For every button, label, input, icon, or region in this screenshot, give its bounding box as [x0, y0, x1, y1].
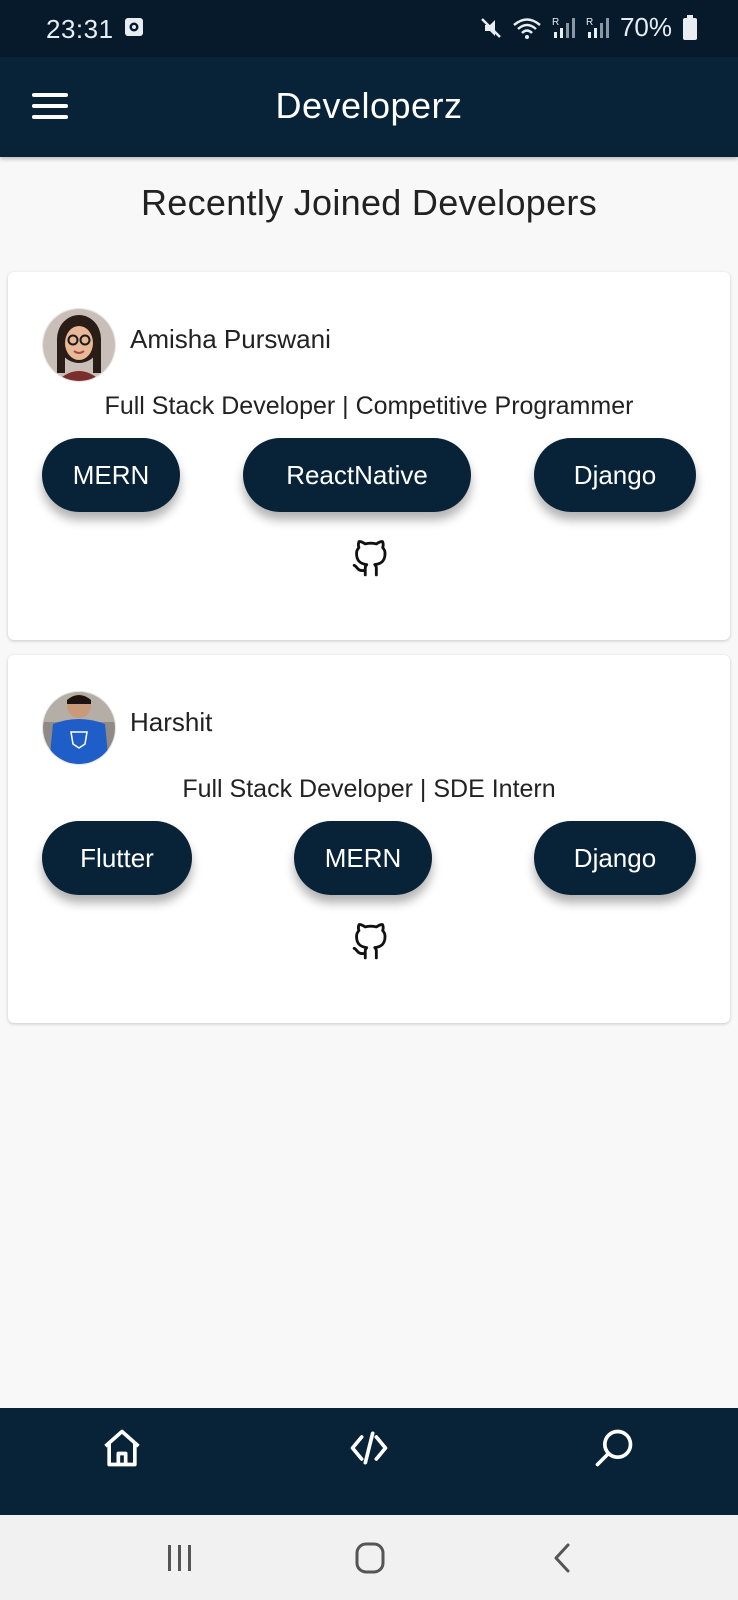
code-icon[interactable] — [347, 1426, 391, 1470]
app-title: Developerz — [275, 85, 463, 126]
skill-chip[interactable]: MERN — [294, 821, 432, 895]
system-navigation-bar — [0, 1515, 738, 1600]
skill-chip[interactable]: MERN — [42, 438, 180, 512]
section-title: Recently Joined Developers — [140, 182, 598, 223]
developer-bio: Full Stack Developer | Competitive Progr… — [104, 392, 634, 420]
skill-chip[interactable]: Django — [534, 821, 696, 895]
search-icon[interactable] — [592, 1426, 636, 1470]
developer-card[interactable]: Harshit Full Stack Developer | SDE Inter… — [8, 655, 730, 1023]
back-icon[interactable] — [546, 1541, 582, 1575]
signal-icon: R — [552, 17, 575, 38]
mute-icon — [481, 17, 501, 38]
svg-text:R: R — [552, 17, 559, 28]
wifi-icon — [513, 17, 541, 39]
svg-text:R: R — [586, 17, 593, 28]
home-circle-icon[interactable] — [352, 1541, 388, 1575]
developer-name: Harshit — [130, 707, 213, 737]
recent-apps-icon[interactable] — [162, 1541, 198, 1575]
developer-name: Amisha Purswani — [130, 324, 331, 354]
avatar — [42, 691, 116, 765]
battery-icon — [683, 14, 697, 40]
developer-card[interactable]: Amisha Purswani Full Stack Developer | C… — [8, 272, 730, 640]
skill-chip[interactable]: Django — [534, 438, 696, 512]
skill-chip[interactable]: Flutter — [42, 821, 192, 895]
status-bar: 23:31 R R 70% — [0, 0, 738, 57]
app-bar: Developerz — [0, 57, 738, 157]
avatar — [42, 308, 116, 382]
status-indicators: R R 70% — [480, 12, 698, 43]
github-icon[interactable] — [351, 540, 389, 578]
battery-percentage: 70% — [619, 12, 672, 42]
skill-chip[interactable]: ReactNative — [243, 438, 471, 512]
signal-icon: R — [586, 17, 609, 38]
bottom-navigation — [0, 1408, 738, 1515]
app-notification-icon — [125, 18, 143, 36]
developer-bio: Full Stack Developer | SDE Intern — [182, 775, 556, 803]
home-icon[interactable] — [100, 1426, 144, 1470]
github-icon[interactable] — [351, 923, 389, 961]
status-time: 23:31 — [46, 14, 114, 44]
